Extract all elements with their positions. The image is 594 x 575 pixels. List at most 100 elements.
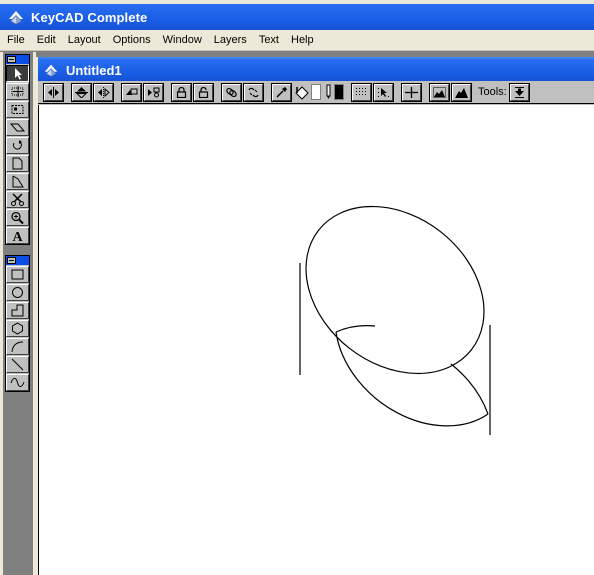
ungroup-button[interactable]	[244, 83, 263, 101]
cylinder-top-face[interactable]	[273, 172, 517, 408]
drawing-svg	[273, 172, 517, 435]
sine-curve-icon	[10, 377, 25, 388]
crosshair-button[interactable]	[402, 83, 421, 101]
tool-rotate[interactable]	[6, 137, 29, 154]
app-title-bar[interactable]: KeyCAD Complete	[0, 4, 594, 30]
group-button[interactable]	[222, 83, 241, 101]
menu-layout[interactable]: Layout	[63, 31, 106, 50]
lock-icon	[176, 86, 187, 98]
paint-bucket-icon	[295, 86, 309, 100]
menu-file[interactable]: File	[2, 31, 30, 50]
polyline-step-icon	[11, 304, 24, 317]
landscape-filled-icon	[455, 87, 468, 98]
reshape-icon	[12, 157, 23, 170]
document-title: Untitled1	[66, 62, 122, 78]
tool-pointer[interactable]	[6, 65, 29, 82]
tool-skew[interactable]	[6, 119, 29, 136]
tool-circle[interactable]	[6, 284, 29, 301]
flip-vertical-icon	[75, 86, 88, 98]
keycad-logo-icon	[9, 11, 23, 25]
mirror-button[interactable]	[94, 83, 113, 101]
text-a-icon: A	[12, 230, 23, 242]
palette-close-button[interactable]	[7, 257, 16, 264]
menu-edit[interactable]: Edit	[32, 31, 61, 50]
cylinder-drawing[interactable]	[273, 172, 517, 435]
fill-button[interactable]	[294, 84, 310, 101]
bring-to-front-button[interactable]	[122, 83, 141, 101]
menu-options[interactable]: Options	[108, 31, 156, 50]
pen-button[interactable]	[323, 84, 333, 101]
snap-button[interactable]	[374, 83, 393, 101]
unlock-button[interactable]	[194, 83, 213, 101]
flip-vertical-button[interactable]	[72, 83, 91, 101]
document-toolbar: Tools:	[38, 81, 594, 104]
tool-arc[interactable]	[6, 338, 29, 355]
fill-color-swatch[interactable]	[311, 84, 321, 100]
cylinder-bottom-hidden-arc-left[interactable]	[335, 325, 376, 333]
rotate-icon	[12, 140, 22, 150]
tool-polyline[interactable]	[6, 302, 29, 319]
palette-header[interactable]	[6, 256, 29, 265]
tools-dropdown-button[interactable]	[509, 83, 529, 101]
line-icon	[11, 358, 24, 371]
landscape-outline-button[interactable]	[430, 83, 449, 101]
marquee-crosshair-icon	[11, 86, 24, 97]
snap-pointer-icon	[378, 87, 389, 97]
svg-text:A: A	[12, 230, 23, 242]
marquee-box-icon	[11, 105, 24, 114]
menu-text[interactable]: Text	[254, 31, 284, 50]
draw-tools-palette	[5, 255, 30, 392]
tool-marquee-crosshair[interactable]	[6, 83, 29, 100]
eyedropper-button[interactable]	[272, 83, 291, 101]
skew-parallelogram-icon	[10, 123, 25, 132]
document-window: Untitled1 Tools:	[36, 57, 594, 575]
mirror-icon	[98, 86, 110, 98]
palette-close-button[interactable]	[7, 56, 16, 63]
landscape-outline-icon	[433, 86, 446, 98]
pointer-arrow-icon	[15, 68, 22, 80]
tools-label: Tools:	[478, 86, 507, 98]
send-to-back-icon	[148, 87, 160, 97]
tool-zoom[interactable]	[6, 209, 29, 226]
menu-bar: File Edit Layout Options Window Layers T…	[0, 30, 594, 51]
scissors-icon	[11, 193, 24, 206]
bring-to-front-icon	[126, 88, 138, 95]
crosshair-icon	[405, 86, 418, 98]
ungroup-link-icon	[248, 87, 259, 97]
cylinder-bottom-hidden-arc-right[interactable]	[450, 363, 489, 415]
hexagon-icon	[12, 322, 23, 335]
tool-line[interactable]	[6, 356, 29, 373]
unlock-icon	[198, 86, 209, 98]
send-to-back-button[interactable]	[144, 83, 163, 101]
reshape-node-icon	[12, 175, 24, 188]
tool-marquee-box[interactable]	[6, 101, 29, 118]
tool-text[interactable]: A	[6, 227, 29, 244]
tool-freehand[interactable]	[6, 374, 29, 391]
menu-help[interactable]: Help	[286, 31, 319, 50]
pen-color-swatch[interactable]	[334, 84, 344, 100]
landscape-filled-button[interactable]	[452, 83, 471, 101]
tool-rectangle[interactable]	[6, 266, 29, 283]
download-arrow-icon	[514, 86, 524, 98]
tool-reshape[interactable]	[6, 155, 29, 172]
group-link-icon	[226, 87, 237, 97]
menu-window[interactable]: Window	[158, 31, 207, 50]
grid-button[interactable]	[352, 83, 371, 101]
cylinder-bottom-visible-arc[interactable]	[335, 331, 489, 427]
magnifier-icon	[11, 211, 24, 224]
palette-header[interactable]	[6, 55, 29, 64]
flip-horizontal-icon	[48, 86, 59, 98]
menu-layers[interactable]: Layers	[209, 31, 252, 50]
tool-reshape-node[interactable]	[6, 173, 29, 190]
circle-icon	[12, 287, 23, 298]
arc-icon	[11, 341, 24, 353]
flip-horizontal-button[interactable]	[44, 83, 63, 101]
app-title: KeyCAD Complete	[31, 9, 148, 25]
grid-icon	[356, 87, 366, 95]
drawing-canvas[interactable]	[38, 105, 594, 575]
eyedropper-icon	[276, 86, 287, 98]
lock-button[interactable]	[172, 83, 191, 101]
tool-scissors[interactable]	[6, 191, 29, 208]
document-title-bar[interactable]: Untitled1	[38, 57, 594, 81]
tool-polygon[interactable]	[6, 320, 29, 337]
